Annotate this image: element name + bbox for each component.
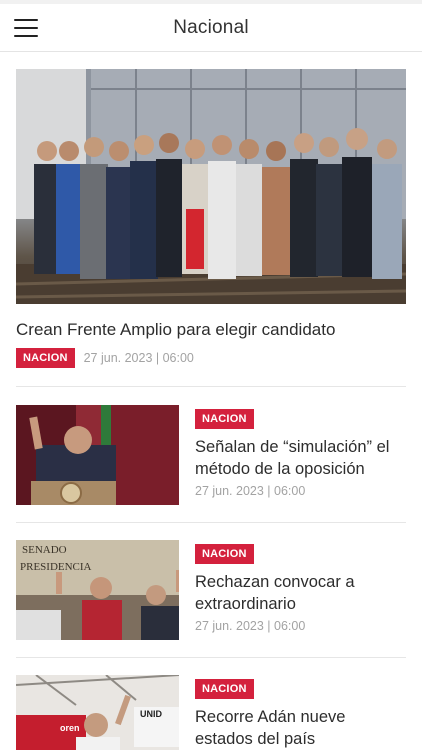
featured-article-title[interactable]: Crean Frente Amplio para elegir candidat… <box>16 319 406 341</box>
article-title[interactable]: Rechazan convocar a extraordinario <box>195 571 406 615</box>
article-thumbnail[interactable]: SENADO PRESIDENCIA <box>16 540 179 640</box>
article-body: NACION Rechazan convocar a extraordinari… <box>195 540 406 640</box>
article-thumbnail[interactable] <box>16 405 179 505</box>
article-body: NACION Señalan de “simulación” el método… <box>195 405 406 505</box>
article-date: 27 jun. 2023 | 06:00 <box>195 484 306 498</box>
featured-article[interactable]: Crean Frente Amplio para elegir candidat… <box>16 52 406 368</box>
top-app-bar: Nacional <box>0 4 422 52</box>
page-title: Nacional <box>173 16 249 38</box>
article-title[interactable]: Señalan de “simulación” el método de la … <box>195 436 406 480</box>
article-thumbnail[interactable]: UNID oren <box>16 675 179 750</box>
article-date: 27 jun. 2023 | 06:00 <box>195 619 306 633</box>
article-list-item[interactable]: NACION Señalan de “simulación” el método… <box>16 405 406 505</box>
thumbnail-text: PRESIDENCIA <box>20 561 92 573</box>
thumbnail-text: UNID <box>140 709 162 719</box>
thumbnail-text: SENADO <box>22 544 67 556</box>
news-feed: Crean Frente Amplio para elegir candidat… <box>0 52 422 750</box>
article-list-item[interactable]: UNID oren NACION Recorre Adán nueve esta… <box>16 675 406 750</box>
article-title[interactable]: Recorre Adán nueve estados del país <box>195 706 406 750</box>
hamburger-menu-icon[interactable] <box>14 19 38 37</box>
category-badge[interactable]: NACION <box>195 544 254 564</box>
divider <box>16 386 406 387</box>
category-badge[interactable]: NACION <box>195 679 254 699</box>
category-badge[interactable]: NACION <box>16 348 75 368</box>
category-badge[interactable]: NACION <box>195 409 254 429</box>
divider <box>16 522 406 523</box>
divider <box>16 657 406 658</box>
article-list-item[interactable]: SENADO PRESIDENCIA NACION Rechazan convo… <box>16 540 406 640</box>
article-body: NACION Recorre Adán nueve estados del pa… <box>195 675 406 750</box>
thumbnail-text: oren <box>60 723 80 733</box>
featured-article-image[interactable] <box>16 69 406 304</box>
article-date: 27 jun. 2023 | 06:00 <box>83 351 194 365</box>
featured-article-meta: NACION 27 jun. 2023 | 06:00 <box>16 348 406 368</box>
